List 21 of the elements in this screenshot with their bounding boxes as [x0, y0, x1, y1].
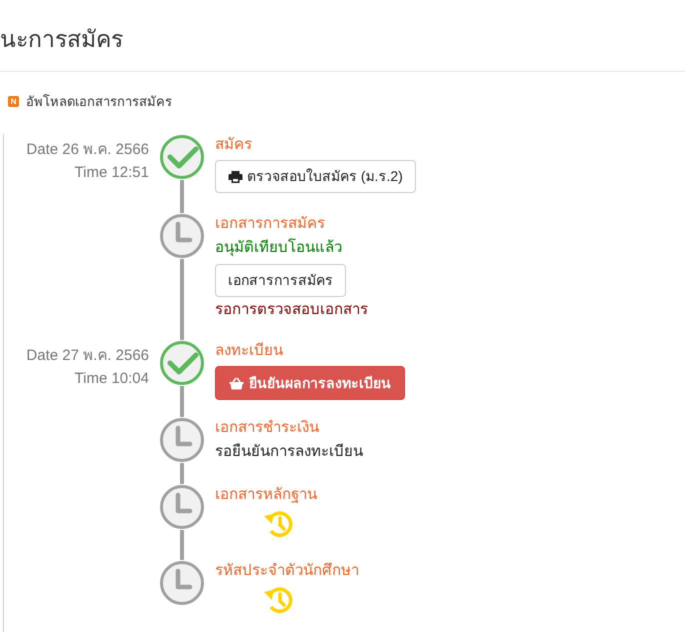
step-time: Time 12:51 — [74, 163, 149, 183]
page-title: นะการสมัคร — [0, 25, 124, 54]
step-title: เอกสารชำระเงิน — [215, 418, 320, 438]
status-text: อนุมัติเทียบโอนแล้ว — [215, 237, 343, 258]
printer-icon — [228, 170, 243, 184]
step-title: เอกสารหลักฐาน — [215, 485, 317, 505]
print-button[interactable]: ตรวจสอบใบสมัคร (ม.ร.2) — [215, 160, 416, 193]
status-text: รอการตรวจสอบเอกสาร — [215, 300, 368, 320]
document-button[interactable]: เอกสารการสมัคร — [215, 264, 346, 297]
step-date: Date 26 พ.ค. 2566 — [26, 140, 149, 160]
status-text: รอยืนยันการลงทะเบียน — [215, 442, 363, 462]
step-title: เอกสารการสมัคร — [215, 214, 326, 234]
upload-link[interactable]: อัพโหลดเอกสารการสมัคร — [26, 92, 172, 112]
confirm-button[interactable]: ยืนยันผลการลงทะเบียน — [215, 366, 405, 400]
step-title: รหัสประจำตัวนักศึกษา — [215, 561, 359, 581]
step-time: Time 10:04 — [74, 369, 149, 389]
basket-icon — [229, 376, 244, 390]
step-date: Date 27 พ.ค. 2566 — [26, 346, 149, 366]
step-title: สมัคร — [215, 135, 253, 155]
new-badge: N — [8, 96, 19, 107]
step-title: ลงทะเบียน — [215, 341, 284, 361]
